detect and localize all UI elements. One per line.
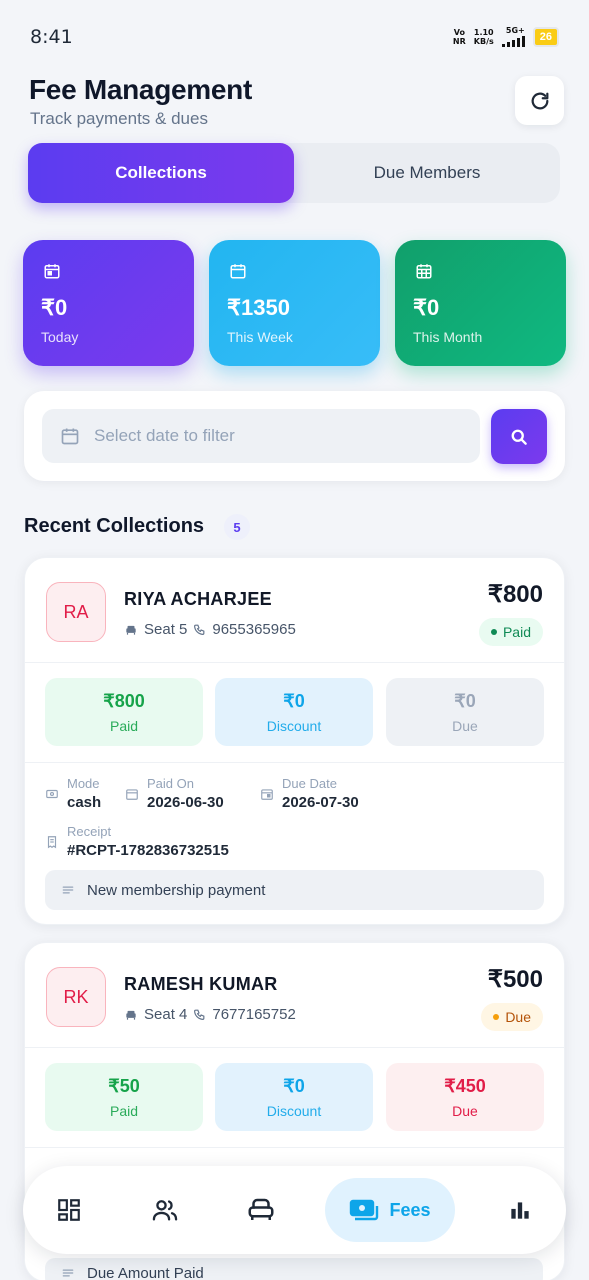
seat-icon (248, 1198, 274, 1220)
total-amount: ₹800 (487, 581, 543, 608)
nav-fees-label: Fees (389, 1199, 431, 1220)
recent-collections-count: 5 (224, 514, 250, 540)
discount-tile: ₹0 Discount (215, 678, 373, 746)
tab-collections[interactable]: Collections (28, 143, 294, 203)
stat-card-week: ₹1350 This Week (209, 240, 380, 366)
nav-fees[interactable]: Fees (325, 1178, 455, 1242)
due-tile: ₹0 Due (386, 678, 544, 746)
stat-card-today: ₹0 Today (23, 240, 194, 366)
member-meta: Seat 4 7677165752 (124, 1006, 296, 1023)
stat-value-week: ₹1350 (227, 295, 290, 320)
signal-icon: 5G+ (501, 26, 525, 47)
avatar: RK (46, 967, 106, 1027)
stat-label-week: This Week (227, 329, 293, 345)
nav-seats[interactable] (239, 1188, 283, 1232)
notes-icon (62, 1269, 74, 1277)
seat-icon (126, 625, 136, 635)
paid-tile: ₹800 Paid (45, 678, 203, 746)
due-date: Due Date 2026-07-30 (260, 776, 359, 811)
date-filter-card: Select date to filter (24, 391, 565, 481)
status-badge: Paid (478, 618, 543, 646)
divider (25, 662, 564, 663)
member-name: RIYA ACHARJEE (124, 589, 272, 609)
seat-label: Seat 5 (144, 621, 188, 638)
volte-indicator: Vo NR (452, 27, 466, 46)
nav-members[interactable] (143, 1188, 187, 1232)
stat-label-month: This Month (413, 329, 483, 345)
cash-icon (46, 789, 58, 799)
date-filter-input[interactable]: Select date to filter (42, 409, 480, 463)
receipt-number: Receipt #RCPT-1782836732515 (45, 824, 229, 859)
member-meta: Seat 5 9655365965 (124, 621, 296, 638)
status-dot-icon (490, 629, 497, 635)
notes-icon (62, 886, 74, 894)
refresh-button[interactable] (515, 76, 564, 125)
divider (25, 762, 564, 763)
stat-value-today: ₹0 (41, 295, 68, 320)
status-badge: Due (481, 1003, 543, 1031)
total-amount: ₹500 (487, 966, 543, 993)
status-bar: 8:41 Vo NR 1.10 KB/s 5G+ 26 (0, 0, 589, 70)
paid-tile: ₹50 Paid (45, 1063, 203, 1131)
battery-icon: 26 (532, 26, 559, 47)
date-filter-placeholder: Select date to filter (94, 426, 235, 445)
fees-icon (350, 1199, 379, 1221)
calendar-icon (230, 264, 246, 279)
paid-on-date: Paid On 2026-06-30 (125, 776, 224, 811)
phone-number: 9655365965 (212, 621, 296, 638)
status-indicators: Vo NR 1.10 KB/s 5G+ 26 (453, 26, 559, 47)
stat-label-today: Today (41, 329, 79, 345)
receipt-icon (47, 836, 57, 849)
search-icon (511, 429, 527, 445)
seat-label: Seat 4 (144, 1006, 188, 1023)
collection-card[interactable]: RA RIYA ACHARJEE Seat 5 9655365965 ₹800 … (24, 557, 565, 925)
page-subtitle: Track payments & dues (30, 109, 208, 128)
payment-note: Due Amount Paid (45, 1258, 543, 1280)
member-name: RAMESH KUMAR (124, 974, 278, 994)
recent-collections-title: Recent Collections (24, 515, 205, 537)
payment-note: New membership payment (45, 870, 544, 910)
network-speed: 1.10 KB/s (473, 27, 494, 46)
status-dot-icon (493, 1014, 500, 1020)
calendar-icon (126, 789, 138, 800)
discount-tile: ₹0 Discount (215, 1063, 373, 1131)
seat-icon (126, 1010, 136, 1020)
divider (25, 1147, 564, 1148)
divider (25, 1047, 564, 1048)
dashboard-icon (58, 1199, 80, 1221)
phone-number: 7677165752 (212, 1006, 296, 1023)
avatar: RA (46, 582, 106, 642)
tab-bar: Collections Due Members (28, 143, 560, 203)
calendar-event-icon (261, 789, 273, 800)
due-tile: ₹450 Due (386, 1063, 544, 1131)
phone-icon (194, 1009, 205, 1020)
nav-reports[interactable] (498, 1188, 542, 1232)
members-icon (152, 1200, 178, 1221)
page-title: Fee Management (29, 74, 252, 105)
calendar-icon (61, 428, 79, 445)
nav-dashboard[interactable] (47, 1188, 91, 1232)
reports-icon (511, 1202, 529, 1219)
payment-mode: Mode cash (45, 776, 101, 811)
phone-icon (194, 624, 205, 635)
calendar-icon (44, 264, 60, 279)
status-time: 8:41 (30, 26, 73, 48)
refresh-icon (531, 92, 548, 109)
calendar-grid-icon (416, 264, 432, 279)
tab-due-members[interactable]: Due Members (294, 143, 560, 203)
stat-card-month: ₹0 This Month (395, 240, 566, 366)
bottom-nav: Fees (23, 1166, 566, 1254)
search-button[interactable] (491, 409, 547, 464)
stat-value-month: ₹0 (413, 295, 440, 320)
